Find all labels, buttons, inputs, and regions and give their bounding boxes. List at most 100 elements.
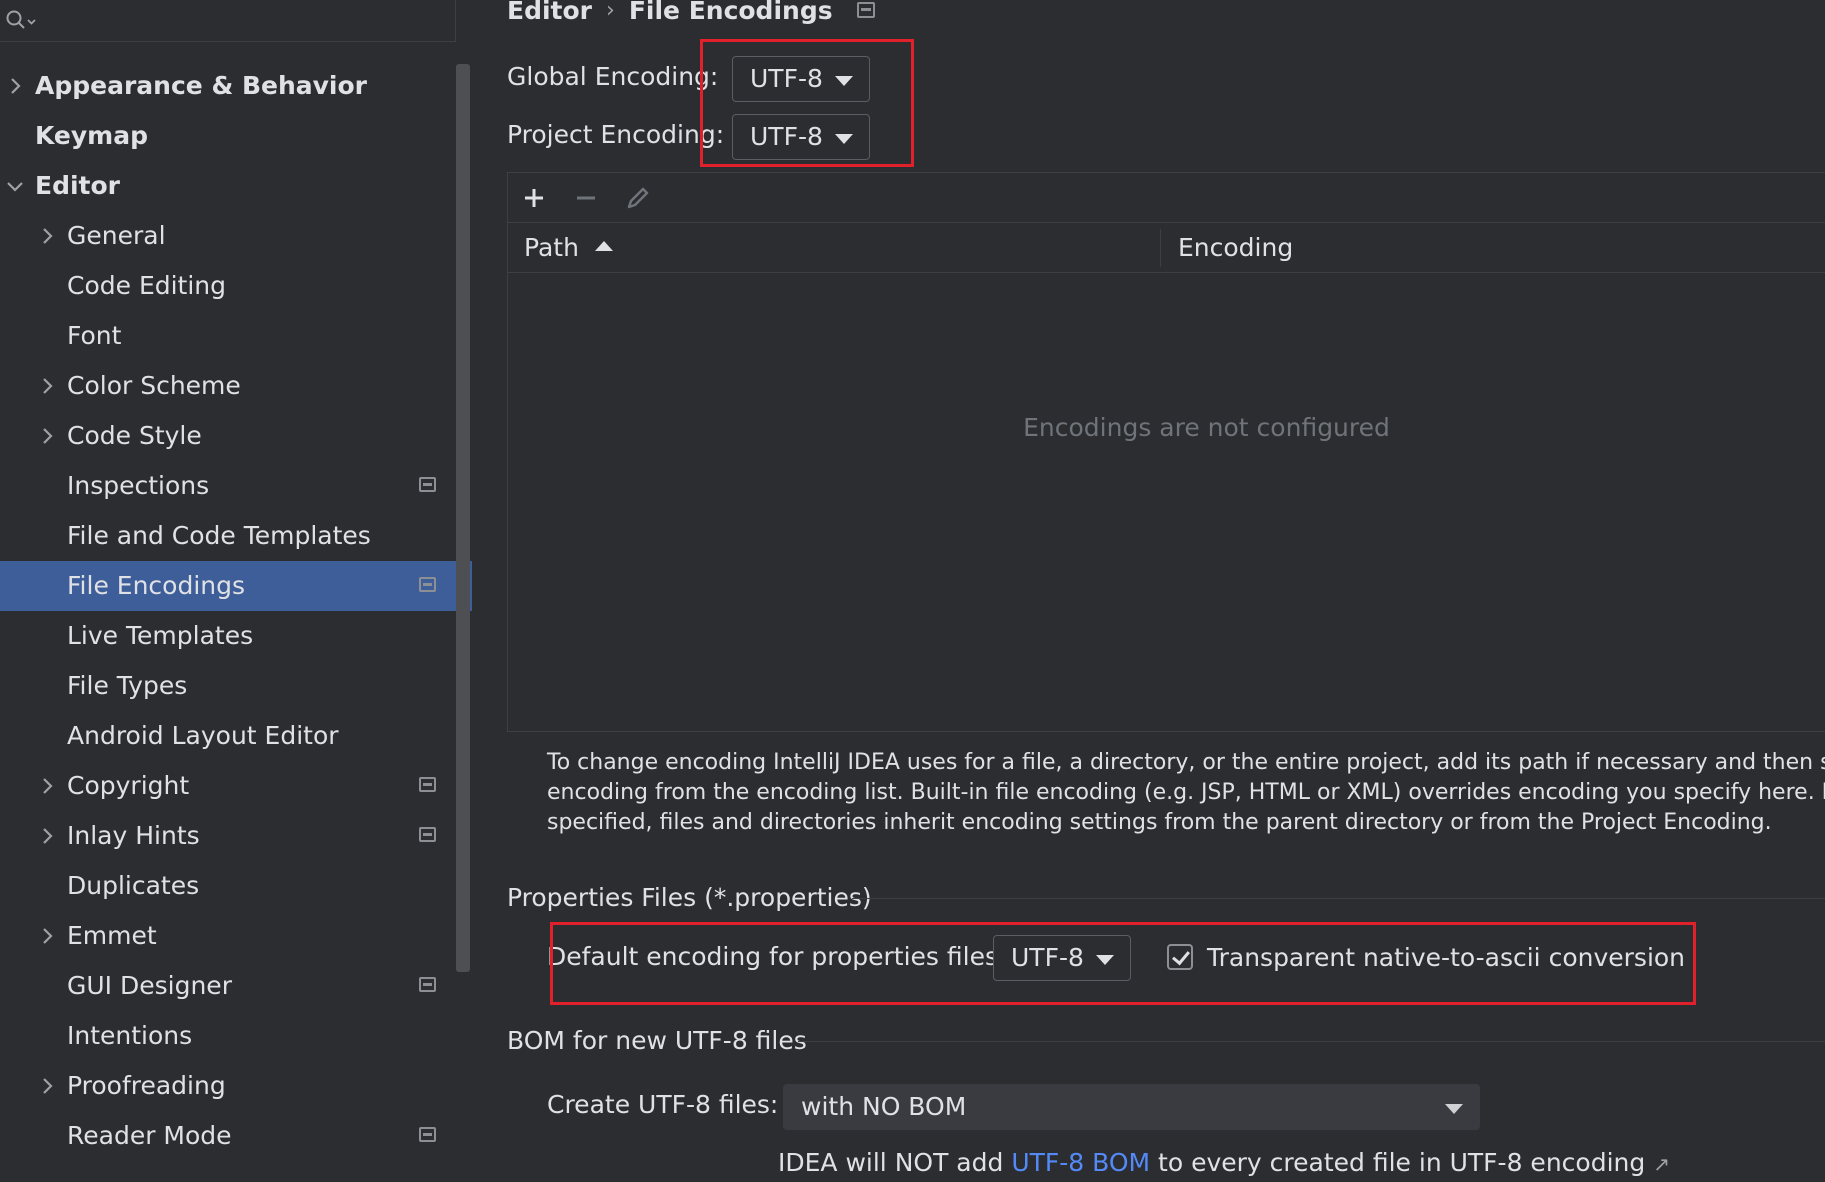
search-icon [6,10,38,36]
sidebar-item-reader-mode[interactable]: Reader Mode [0,1111,456,1161]
path-encoding-table: Path Encoding Encodings are not configur… [507,172,1825,732]
project-level-icon [419,977,436,992]
create-utf8-files-label: Create UTF-8 files: [547,1090,779,1119]
help-description: To change encoding IntelliJ IDEA uses fo… [547,748,1825,838]
sidebar-item-copyright[interactable]: Copyright [0,761,456,811]
sidebar-item-file-encodings[interactable]: File Encodings [0,561,472,611]
sidebar-item-color-scheme[interactable]: Color Scheme [0,361,456,411]
project-level-icon [419,577,436,592]
sidebar-item-general[interactable]: General [0,211,456,261]
help-line: specified, files and directories inherit… [547,810,1772,835]
properties-section-title: Properties Files (*.properties) [507,883,872,912]
sidebar-item-label: Color Scheme [67,371,241,400]
sidebar-item-font[interactable]: Font [0,311,456,361]
sidebar-item-label: File Types [67,671,188,700]
breadcrumb: Editor › File Encodings [507,0,875,30]
sidebar-item-label: Code Editing [67,271,227,300]
column-path-label: Path [524,233,579,262]
table-empty-text: Encodings are not configured [1023,413,1390,442]
sidebar-item-gui-designer[interactable]: GUI Designer [0,961,456,1011]
sidebar-item-label: File and Code Templates [67,521,371,550]
project-encoding-label: Project Encoding: [507,120,725,149]
remove-icon[interactable] [572,184,600,212]
table-toolbar [508,173,1825,223]
chevron-right-icon[interactable] [38,211,56,261]
sidebar-item-label: Duplicates [67,871,200,900]
help-line: encoding from the encoding list. Built-i… [547,780,1825,805]
sidebar-item-label: GUI Designer [67,971,232,1000]
highlight-box-encodings [700,39,914,167]
chevron-right-icon[interactable] [38,811,56,861]
sidebar-item-file-types[interactable]: File Types [0,661,456,711]
utf8-bom-link[interactable]: UTF-8 BOM [1011,1148,1150,1177]
sort-ascending-icon [594,241,613,251]
project-level-icon [419,477,436,492]
bom-section-title: BOM for new UTF-8 files [507,1026,807,1055]
chevron-right-icon[interactable] [38,1061,56,1111]
sidebar-item-proofreading[interactable]: Proofreading [0,1061,456,1111]
sidebar-item-label: Live Templates [67,621,254,650]
sidebar-item-label: Inlay Hints [67,821,200,850]
breadcrumb-separator: › [606,0,615,23]
create-utf8-bom-dropdown[interactable]: with NO BOM [783,1084,1480,1130]
sidebar-item-code-editing[interactable]: Code Editing [0,261,456,311]
sidebar-item-inspections[interactable]: Inspections [0,461,456,511]
sidebar-item-label: File Encodings [67,571,246,600]
settings-sidebar: Appearance & Behavior Keymap Editor General… [0,0,472,1182]
bom-info-text: IDEA will NOT add UTF-8 BOM to every cre… [778,1148,1670,1177]
sidebar-item-file-and-code-templates[interactable]: File and Code Templates [0,511,456,561]
sidebar-item-keymap[interactable]: Keymap [0,111,456,161]
column-header-path[interactable]: Path [524,223,613,273]
sidebar-item-intentions[interactable]: Intentions [0,1011,456,1061]
sidebar-item-code-style[interactable]: Code Style [0,411,456,461]
dropdown-arrow-icon [1445,1104,1463,1114]
sidebar-item-label: Reader Mode [67,1121,232,1150]
sidebar-item-editor[interactable]: Editor [0,161,456,211]
chevron-down-icon[interactable] [6,161,24,211]
settings-search-field[interactable] [0,0,456,42]
external-link-icon[interactable]: ↗ [1653,1152,1670,1176]
sidebar-item-live-templates[interactable]: Live Templates [0,611,456,661]
project-level-icon [419,777,436,792]
chevron-right-icon[interactable] [38,411,56,461]
sidebar-item-duplicates[interactable]: Duplicates [0,861,456,911]
help-line: To change encoding IntelliJ IDEA uses fo… [547,750,1825,775]
sidebar-item-inlay-hints[interactable]: Inlay Hints [0,811,456,861]
chevron-right-icon[interactable] [38,361,56,411]
column-divider[interactable] [1160,229,1161,267]
sidebar-item-label: Editor [35,171,120,200]
project-level-icon [419,1127,436,1142]
sidebar-item-label: Copyright [67,771,190,800]
project-level-icon [419,827,436,842]
chevron-right-icon[interactable] [38,761,56,811]
chevron-right-icon[interactable] [6,61,24,111]
table-header: Path Encoding [508,223,1825,273]
column-header-encoding[interactable]: Encoding [1178,223,1293,273]
add-icon[interactable] [520,184,548,212]
sidebar-item-label: Code Style [67,421,202,450]
sidebar-item-label: Keymap [35,121,149,150]
sidebar-item-label: Proofreading [67,1071,226,1100]
global-encoding-label: Global Encoding: [507,62,719,91]
sidebar-item-android-layout-editor[interactable]: Android Layout Editor [0,711,456,761]
bom-info-suffix: to every created file in UTF-8 encoding [1150,1148,1646,1177]
sidebar-item-emmet[interactable]: Emmet [0,911,456,961]
sidebar-item-label: Inspections [67,471,210,500]
breadcrumb-file-encodings: File Encodings [628,0,833,25]
section-separator [798,1041,1825,1042]
sidebar-item-label: Android Layout Editor [67,721,339,750]
highlight-box-properties [550,922,1696,1005]
settings-content-panel: Editor › File Encodings Global Encoding: U… [472,0,1825,1182]
create-utf8-bom-value: with NO BOM [801,1092,967,1121]
sidebar-item-label: Emmet [67,921,157,950]
sidebar-scrollbar[interactable] [456,64,470,972]
bom-info-prefix: IDEA will NOT add [778,1148,1012,1177]
edit-pencil-icon[interactable] [624,184,652,212]
chevron-right-icon[interactable] [38,911,56,961]
sidebar-item-label: Font [67,321,122,350]
section-separator [852,898,1825,899]
breadcrumb-editor[interactable]: Editor [507,0,592,25]
sidebar-item-appearance-behavior[interactable]: Appearance & Behavior [0,61,456,111]
sidebar-item-label: Intentions [67,1021,193,1050]
sidebar-item-label: Appearance & Behavior [35,71,367,100]
